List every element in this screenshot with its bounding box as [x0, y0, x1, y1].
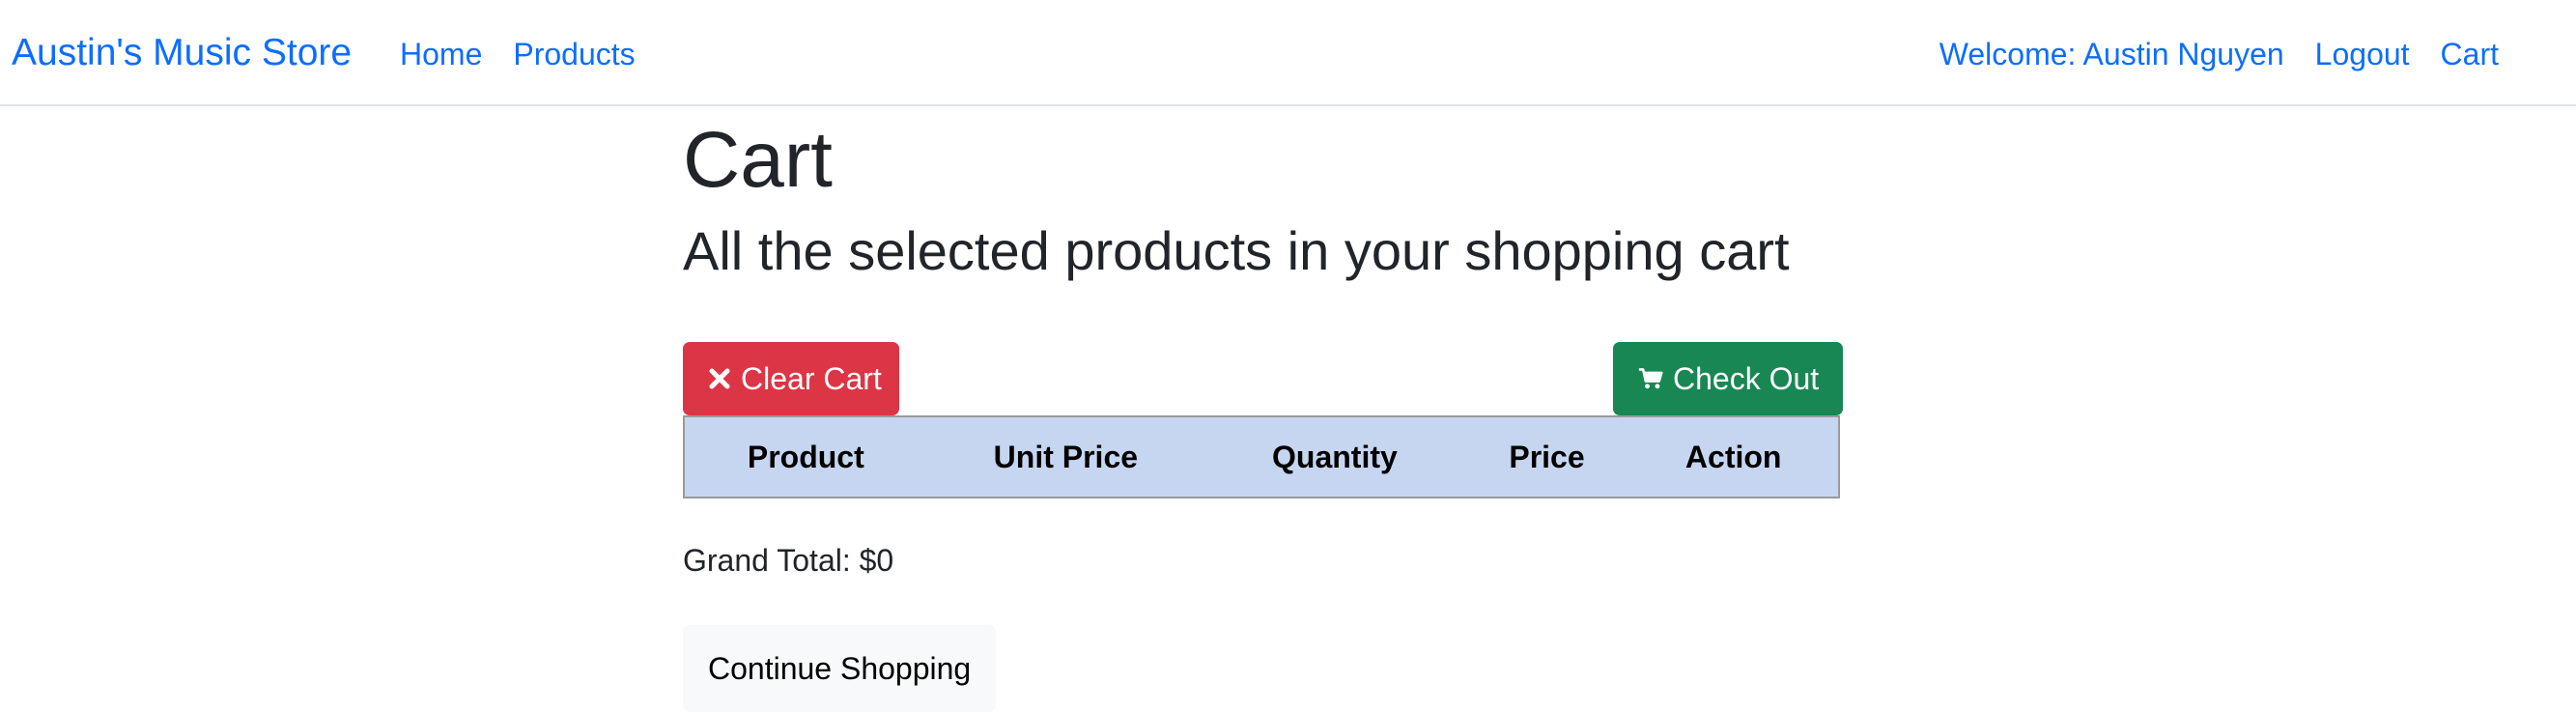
nav-left-links: Home Products — [400, 32, 636, 76]
page-title: Cart — [683, 116, 833, 204]
clear-cart-label: Clear Cart — [741, 360, 882, 396]
continue-shopping-button[interactable]: Continue Shopping — [683, 625, 996, 712]
brand-link[interactable]: Austin's Music Store — [12, 30, 352, 76]
column-header-price: Price — [1509, 439, 1585, 474]
cart-table: Product Unit Price Quantity Price Action — [683, 415, 1840, 498]
nav-link-cart[interactable]: Cart — [2441, 32, 2499, 76]
check-out-button[interactable]: Check Out — [1613, 342, 1843, 415]
nav-right-links: Welcome: Austin Nguyen Logout Cart — [1939, 32, 2499, 76]
close-icon — [708, 366, 731, 391]
clear-cart-button[interactable]: Clear Cart — [683, 342, 899, 415]
column-header-action: Action — [1684, 439, 1782, 474]
column-header-quantity: Quantity — [1272, 439, 1398, 474]
nav-link-welcome-user[interactable]: Welcome: Austin Nguyen — [1939, 32, 2284, 76]
column-header-unit-price: Unit Price — [993, 439, 1139, 474]
page-subtitle: All the selected products in your shoppi… — [683, 220, 1790, 281]
nav-link-logout[interactable]: Logout — [2315, 32, 2410, 76]
nav-link-products[interactable]: Products — [513, 32, 635, 76]
shopping-cart-icon — [1638, 366, 1663, 391]
cart-table-header: Product Unit Price Quantity Price Action — [684, 416, 1839, 498]
grand-total: Grand Total: $0 — [683, 543, 894, 578]
nav-link-home[interactable]: Home — [400, 32, 482, 76]
top-navbar: Austin's Music Store Home Products Welco… — [0, 0, 2576, 106]
column-header-product: Product — [747, 439, 864, 474]
table-header-row: Product Unit Price Quantity Price Action — [684, 416, 1839, 498]
check-out-label: Check Out — [1673, 360, 1820, 396]
